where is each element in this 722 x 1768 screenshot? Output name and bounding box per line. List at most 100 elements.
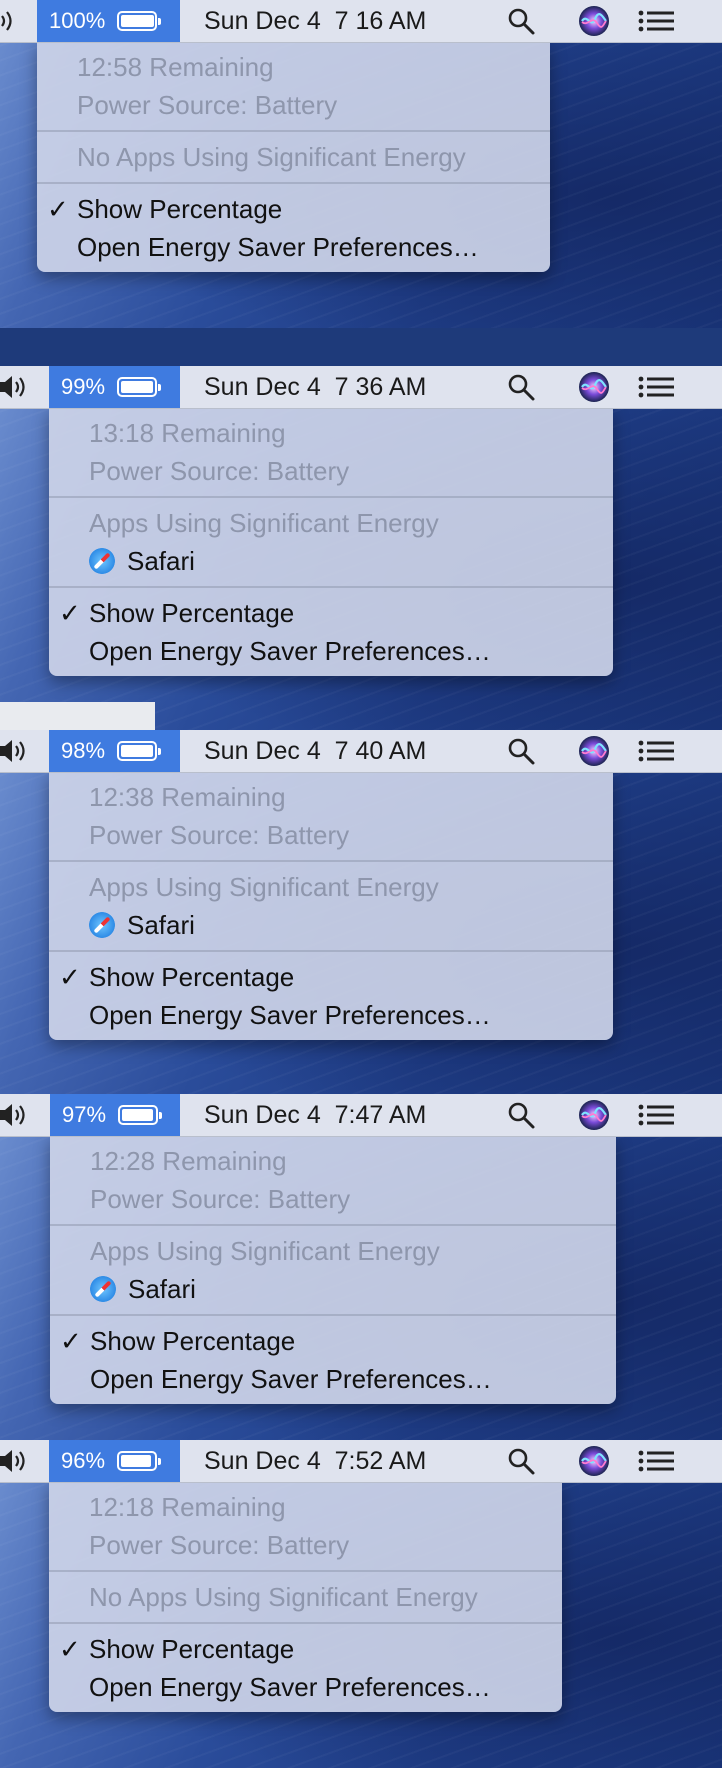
energy-app-item[interactable]: Safari <box>50 1270 616 1308</box>
menu-bar: 96% Sun Dec 4 7:52 AM <box>0 1440 722 1483</box>
energy-app-name: Safari <box>128 1274 196 1304</box>
options-section: ✓ Show Percentage Open Energy Saver Prefer… <box>37 184 550 272</box>
energy-header: No Apps Using Significant Energy <box>89 1582 478 1612</box>
menu-bar-clock[interactable]: Sun Dec 4 7:52 AM <box>204 1440 426 1482</box>
menu-bar: 98% Sun Dec 4 7 40 AM <box>0 730 722 773</box>
open-energy-saver-item[interactable]: Open Energy Saver Preferences… <box>49 632 613 670</box>
options-section: ✓ Show Percentage Open Energy Saver Prefer… <box>49 588 613 676</box>
battery-status-section: 12:58 Remaining Power Source: Battery <box>37 42 550 132</box>
options-section: ✓ Show Percentage Open Energy Saver Prefer… <box>49 952 613 1040</box>
energy-usage-section: Apps Using Significant Energy Safari <box>50 1226 616 1316</box>
battery-percentage: 99% <box>61 374 106 399</box>
show-percentage-item[interactable]: ✓ Show Percentage <box>49 594 613 632</box>
speaker-icon[interactable] <box>0 366 32 408</box>
menu-bar-clock[interactable]: Sun Dec 4 7 36 AM <box>204 366 426 408</box>
battery-menu-button[interactable]: 98% <box>49 730 180 772</box>
battery-icon <box>118 1105 163 1125</box>
show-percentage-item[interactable]: ✓ Show Percentage <box>37 190 550 228</box>
battery-status-section: 12:18 Remaining Power Source: Battery <box>49 1482 562 1572</box>
screenshot-panel: 98% Sun Dec 4 7 40 AM 12:38 Remaining Power… <box>0 730 722 1094</box>
search-icon[interactable] <box>506 366 536 408</box>
battery-percentage: 97% <box>62 1102 107 1127</box>
speaker-icon[interactable] <box>0 0 20 42</box>
speaker-icon[interactable] <box>0 730 32 772</box>
battery-dropdown-menu: 12:28 Remaining Power Source: Battery Apps… <box>50 1136 616 1404</box>
energy-header: Apps Using Significant Energy <box>90 1236 440 1266</box>
checkmark-icon: ✓ <box>59 1634 81 1664</box>
battery-icon <box>117 11 162 31</box>
siri-icon[interactable] <box>578 1094 610 1136</box>
battery-dropdown-menu: 12:58 Remaining Power Source: Battery No A… <box>37 42 550 272</box>
show-percentage-item[interactable]: ✓ Show Percentage <box>49 1630 562 1668</box>
open-energy-saver-item[interactable]: Open Energy Saver Preferences… <box>50 1360 616 1398</box>
time-remaining: 12:38 Remaining <box>89 782 286 812</box>
energy-usage-section: No Apps Using Significant Energy <box>37 132 550 184</box>
battery-dropdown-menu: 13:18 Remaining Power Source: Battery Apps… <box>49 408 613 676</box>
energy-app-name: Safari <box>127 910 195 940</box>
safari-icon <box>89 912 115 938</box>
notification-list-icon[interactable] <box>638 730 674 772</box>
options-section: ✓ Show Percentage Open Energy Saver Prefer… <box>49 1624 562 1712</box>
notification-list-icon[interactable] <box>638 1440 674 1482</box>
menu-bar: 100% Sun Dec 4 7 16 AM <box>0 0 722 43</box>
safari-icon <box>90 1276 116 1302</box>
notification-list-icon[interactable] <box>638 0 674 42</box>
show-percentage-label: Show Percentage <box>77 194 283 224</box>
notification-list-icon[interactable] <box>638 366 674 408</box>
siri-icon[interactable] <box>578 366 610 408</box>
time-remaining: 12:18 Remaining <box>89 1492 286 1522</box>
open-energy-saver-item[interactable]: Open Energy Saver Preferences… <box>49 1668 562 1706</box>
screenshot-panel: 97% Sun Dec 4 7:47 AM 12:28 Remaining Power… <box>0 1094 722 1440</box>
battery-icon <box>117 1451 162 1471</box>
power-source: Power Source: Battery <box>89 1530 350 1560</box>
time-remaining: 12:58 Remaining <box>77 52 274 82</box>
checkmark-icon: ✓ <box>59 962 81 992</box>
battery-status-section: 13:18 Remaining Power Source: Battery <box>49 408 613 498</box>
show-percentage-label: Show Percentage <box>90 1326 296 1356</box>
notification-list-icon[interactable] <box>638 1094 674 1136</box>
energy-header: No Apps Using Significant Energy <box>77 142 466 172</box>
open-energy-saver-item[interactable]: Open Energy Saver Preferences… <box>49 996 613 1034</box>
show-percentage-label: Show Percentage <box>89 1634 295 1664</box>
open-energy-saver-item[interactable]: Open Energy Saver Preferences… <box>37 228 550 266</box>
search-icon[interactable] <box>506 1440 536 1482</box>
battery-menu-button[interactable]: 96% <box>49 1440 180 1482</box>
energy-app-item[interactable]: Safari <box>49 542 613 580</box>
speaker-icon[interactable] <box>0 1440 32 1482</box>
battery-dropdown-menu: 12:18 Remaining Power Source: Battery No A… <box>49 1482 562 1712</box>
siri-icon[interactable] <box>578 0 610 42</box>
power-source: Power Source: Battery <box>90 1184 351 1214</box>
menu-bar: 97% Sun Dec 4 7:47 AM <box>0 1094 722 1137</box>
time-remaining: 13:18 Remaining <box>89 418 286 448</box>
battery-percentage: 98% <box>61 738 106 763</box>
battery-menu-button[interactable]: 100% <box>37 0 180 42</box>
siri-icon[interactable] <box>578 730 610 772</box>
battery-dropdown-menu: 12:38 Remaining Power Source: Battery Apps… <box>49 772 613 1040</box>
energy-app-name: Safari <box>127 546 195 576</box>
search-icon[interactable] <box>506 0 536 42</box>
show-percentage-item[interactable]: ✓ Show Percentage <box>50 1322 616 1360</box>
search-icon[interactable] <box>506 1094 536 1136</box>
battery-status-section: 12:38 Remaining Power Source: Battery <box>49 772 613 862</box>
energy-app-item[interactable]: Safari <box>49 906 613 944</box>
battery-menu-button[interactable]: 99% <box>49 366 180 408</box>
checkmark-icon: ✓ <box>59 598 81 628</box>
power-source: Power Source: Battery <box>89 456 350 486</box>
screenshot-panel: 99% Sun Dec 4 7 36 AM 13:18 Remaining Power… <box>0 366 722 730</box>
siri-icon[interactable] <box>578 1440 610 1482</box>
menu-bar-clock[interactable]: Sun Dec 4 7:47 AM <box>204 1094 426 1136</box>
menu-bar-clock[interactable]: Sun Dec 4 7 16 AM <box>204 0 426 42</box>
search-icon[interactable] <box>506 730 536 772</box>
battery-menu-button[interactable]: 97% <box>50 1094 180 1136</box>
energy-usage-section: Apps Using Significant Energy Safari <box>49 862 613 952</box>
menu-bar: 99% Sun Dec 4 7 36 AM <box>0 366 722 409</box>
show-percentage-item[interactable]: ✓ Show Percentage <box>49 958 613 996</box>
safari-icon <box>89 548 115 574</box>
battery-percentage: 100% <box>49 8 106 33</box>
screenshot-panel: 100% Sun Dec 4 7 16 AM 12:58 Remaining Powe… <box>0 0 722 328</box>
speaker-icon[interactable] <box>0 1094 32 1136</box>
energy-header: Apps Using Significant Energy <box>89 872 439 902</box>
power-source: Power Source: Battery <box>77 90 338 120</box>
menu-bar-clock[interactable]: Sun Dec 4 7 40 AM <box>204 730 426 772</box>
background-window-edge <box>0 702 155 730</box>
